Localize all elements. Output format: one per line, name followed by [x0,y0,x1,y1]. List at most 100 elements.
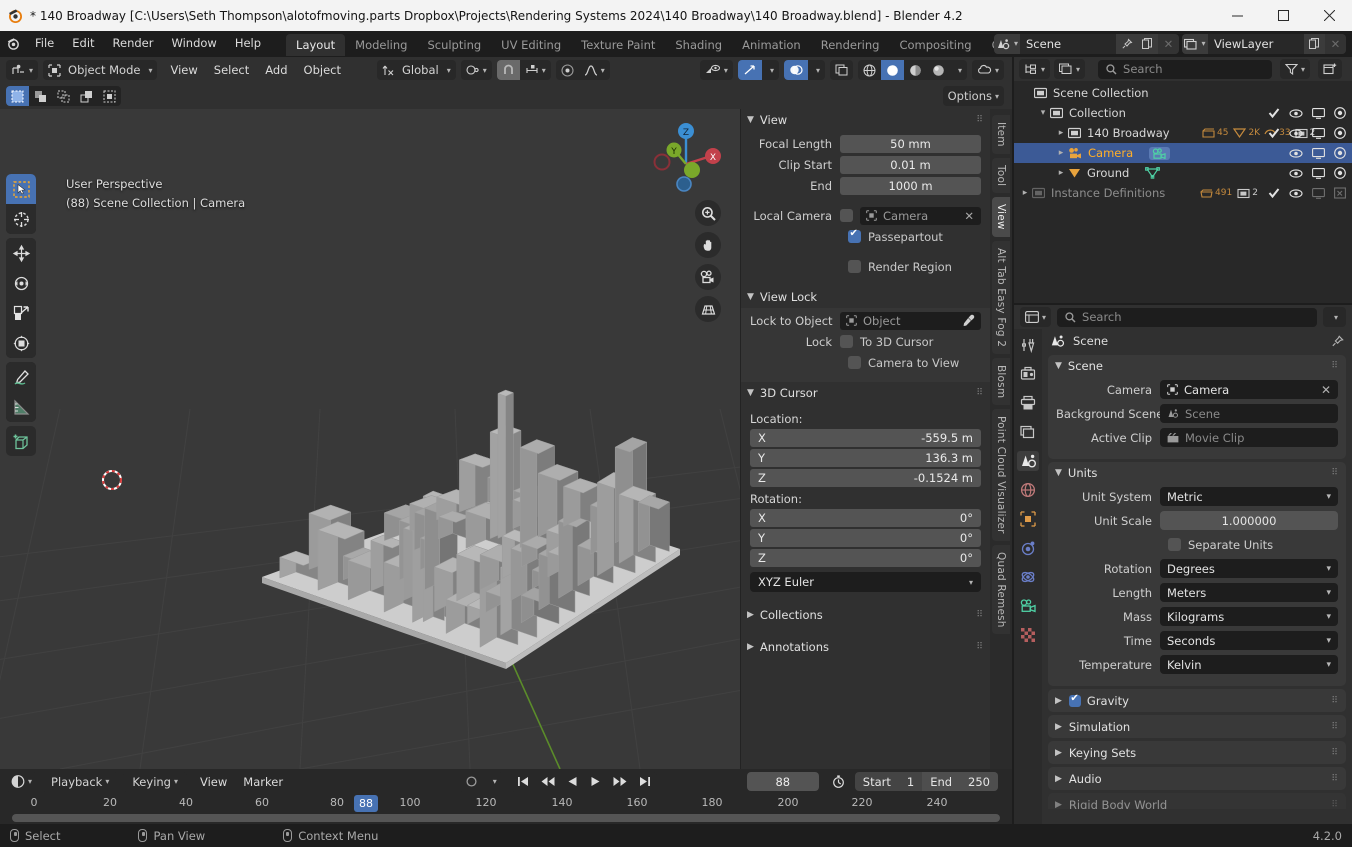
field-lock-to-object[interactable]: Lock to Object Object [750,311,981,330]
properties-search-input[interactable]: Search [1057,307,1317,327]
field-unit-scale[interactable]: Unit Scale 1.000000 [1056,510,1338,531]
outliner-row-collection[interactable]: ▾ Collection [1014,103,1352,123]
mesh-data-icon[interactable] [1145,167,1161,179]
options-button[interactable]: Options ▾ [942,86,1004,106]
clip-end-value[interactable]: 1000 m [840,176,981,195]
play-icon[interactable] [584,772,607,792]
tool-measure-icon[interactable] [6,392,36,422]
menu-help[interactable]: Help [226,33,270,54]
tool-cursor-icon[interactable] [6,204,36,234]
length-units-value[interactable]: Meters ▾ [1160,583,1338,602]
camera-view-icon[interactable] [695,264,721,290]
viewport-world-selector[interactable]: ▾ [971,60,1004,80]
pivot-point-selector[interactable]: ▾ [460,60,492,80]
panel-simulation[interactable]: ▶ Simulation ⠿ [1048,715,1346,738]
cursor-rotation-y[interactable]: Y 0° [750,529,981,547]
scene-camera-value[interactable]: Camera ✕ [1160,380,1338,399]
hide-in-viewport-eye-icon[interactable] [1289,188,1303,199]
record-circle-icon[interactable] [459,772,484,792]
viewport-menu-view[interactable]: View [162,60,205,80]
menu-render[interactable]: Render [104,33,163,54]
field-scene-camera[interactable]: Camera Camera ✕ [1056,379,1338,400]
end-frame-input[interactable]: End 250 [922,772,998,791]
tool-rotate-icon[interactable] [6,268,36,298]
tab-modifier-icon[interactable] [1017,538,1039,558]
disable-in-renders-icon[interactable] [1334,107,1346,119]
pan-hand-icon[interactable] [695,232,721,258]
field-active-clip[interactable]: Active Clip Movie Clip [1056,427,1338,448]
camera-to-view-checkbox[interactable] [848,356,861,369]
disable-in-viewports-off-icon[interactable] [1312,187,1325,199]
falloff-icon[interactable]: ▾ [579,60,610,80]
disable-in-viewports-icon[interactable] [1312,167,1325,179]
disable-in-renders-icon[interactable] [1334,147,1346,159]
drag-grip-icon[interactable]: ⠿ [976,611,984,620]
outliner-icon[interactable]: ▾ [1019,59,1050,79]
disable-in-viewports-icon[interactable] [1312,127,1325,139]
field-render-region[interactable]: Render Region [750,257,981,276]
start-frame-input[interactable]: Start 1 [855,772,922,791]
tool-move-icon[interactable] [6,238,36,268]
cursor-location-z[interactable]: Z -0.1524 m [750,469,981,487]
viewlayer-selector[interactable]: ▾ ViewLayer ✕ [1182,33,1346,54]
snapping-controls[interactable]: ▾ [496,60,551,80]
tab-render-icon[interactable] [1017,364,1039,384]
tab-animation[interactable]: Animation [732,34,811,56]
pivot-icon[interactable]: ▾ [461,60,492,80]
field-local-camera[interactable]: Local Camera Camera ✕ [750,206,981,225]
outliner-row-instance-definitions[interactable]: ▸ Instance Definitions 491 2 [1014,183,1352,203]
outliner-row-140-broadway[interactable]: ▸ 140 Broadway 45 2K 33 2 [1014,123,1352,143]
tab-output-icon[interactable] [1017,393,1039,413]
jump-to-prev-keyframe-icon[interactable] [535,772,561,792]
timeline-ruler[interactable]: 0 20 40 60 80 100 120 140 160 180 200 22… [0,794,1012,814]
drag-grip-icon[interactable]: ⠿ [976,643,984,652]
field-unit-system[interactable]: Unit System Metric ▾ [1056,486,1338,507]
pin-scene-icon[interactable] [1116,33,1137,54]
snap-magnet-icon[interactable] [496,60,520,80]
field-passepartout[interactable]: Passepartout [750,227,981,246]
outliner-display-mode[interactable]: ▾ [1054,59,1086,79]
timeline-scrollbar[interactable] [12,814,1000,822]
outliner-row-camera[interactable]: ▸ Camera [1014,143,1352,163]
properties-icon[interactable]: ▾ [1020,307,1051,327]
outliner-new-collection[interactable] [1318,59,1342,79]
playback-controls[interactable] [510,771,657,792]
to-3d-cursor-checkbox[interactable] [840,335,853,348]
panel-scene-header[interactable]: ▼ Scene ⠿ [1048,355,1346,377]
passepartout-checkbox[interactable] [848,228,861,243]
tab-tool-icon[interactable] [1017,335,1039,355]
tool-transform-icon[interactable] [6,328,36,358]
properties-editor-type[interactable]: ▾ [1020,307,1052,327]
mode-label[interactable]: Object Mode [66,60,145,80]
drag-grip-icon[interactable]: ⠿ [1331,469,1339,478]
disable-in-renders-icon[interactable] [1334,167,1346,179]
temperature-units-value[interactable]: Kelvin ▾ [1160,655,1338,674]
tab-sculpting[interactable]: Sculpting [417,34,491,56]
disable-in-renders-icon[interactable] [1334,127,1346,139]
tab-camera-data-icon[interactable] [1017,596,1039,616]
timeline-icon[interactable]: ▾ [6,772,37,792]
unlink-scene-icon[interactable]: ✕ [1158,33,1179,54]
field-clip-end[interactable]: End 1000 m [750,176,981,195]
chevron-right-icon[interactable]: ▸ [1054,168,1068,178]
tab-physics-icon[interactable] [1017,567,1039,587]
gizmo-controls[interactable]: ▾ [737,60,779,80]
tab-modeling[interactable]: Modeling [345,34,417,56]
interaction-mode-selector[interactable]: Object Mode ▾ [43,60,158,80]
minimize-button[interactable] [1214,0,1260,31]
tab-scene-icon[interactable] [1017,451,1039,471]
field-background-scene[interactable]: Background Scene Scene [1056,403,1338,424]
sidebar-tab-point-cloud-visualizer[interactable]: Point Cloud Visualizer [992,409,1010,541]
new-scene-icon[interactable] [1137,33,1158,54]
wireframe-shading-icon[interactable] [858,60,881,80]
field-separate-units[interactable]: Separate Units [1056,534,1338,555]
gizmo-chevron-down-icon[interactable]: ▾ [762,60,779,80]
select-subtract-icon[interactable] [52,86,75,106]
menu-edit[interactable]: Edit [63,33,103,54]
outliner-row-ground[interactable]: ▸ Ground [1014,163,1352,183]
sidebar-tab-view[interactable]: View [992,196,1010,237]
rotation-mode-dropdown[interactable]: XYZ Euler ▾ [750,572,981,592]
chevron-down-icon[interactable]: ▾ [1323,307,1346,327]
focal-length-value[interactable]: 50 mm [840,134,981,153]
view-layer-display-icon[interactable]: ▾ [1054,59,1085,79]
